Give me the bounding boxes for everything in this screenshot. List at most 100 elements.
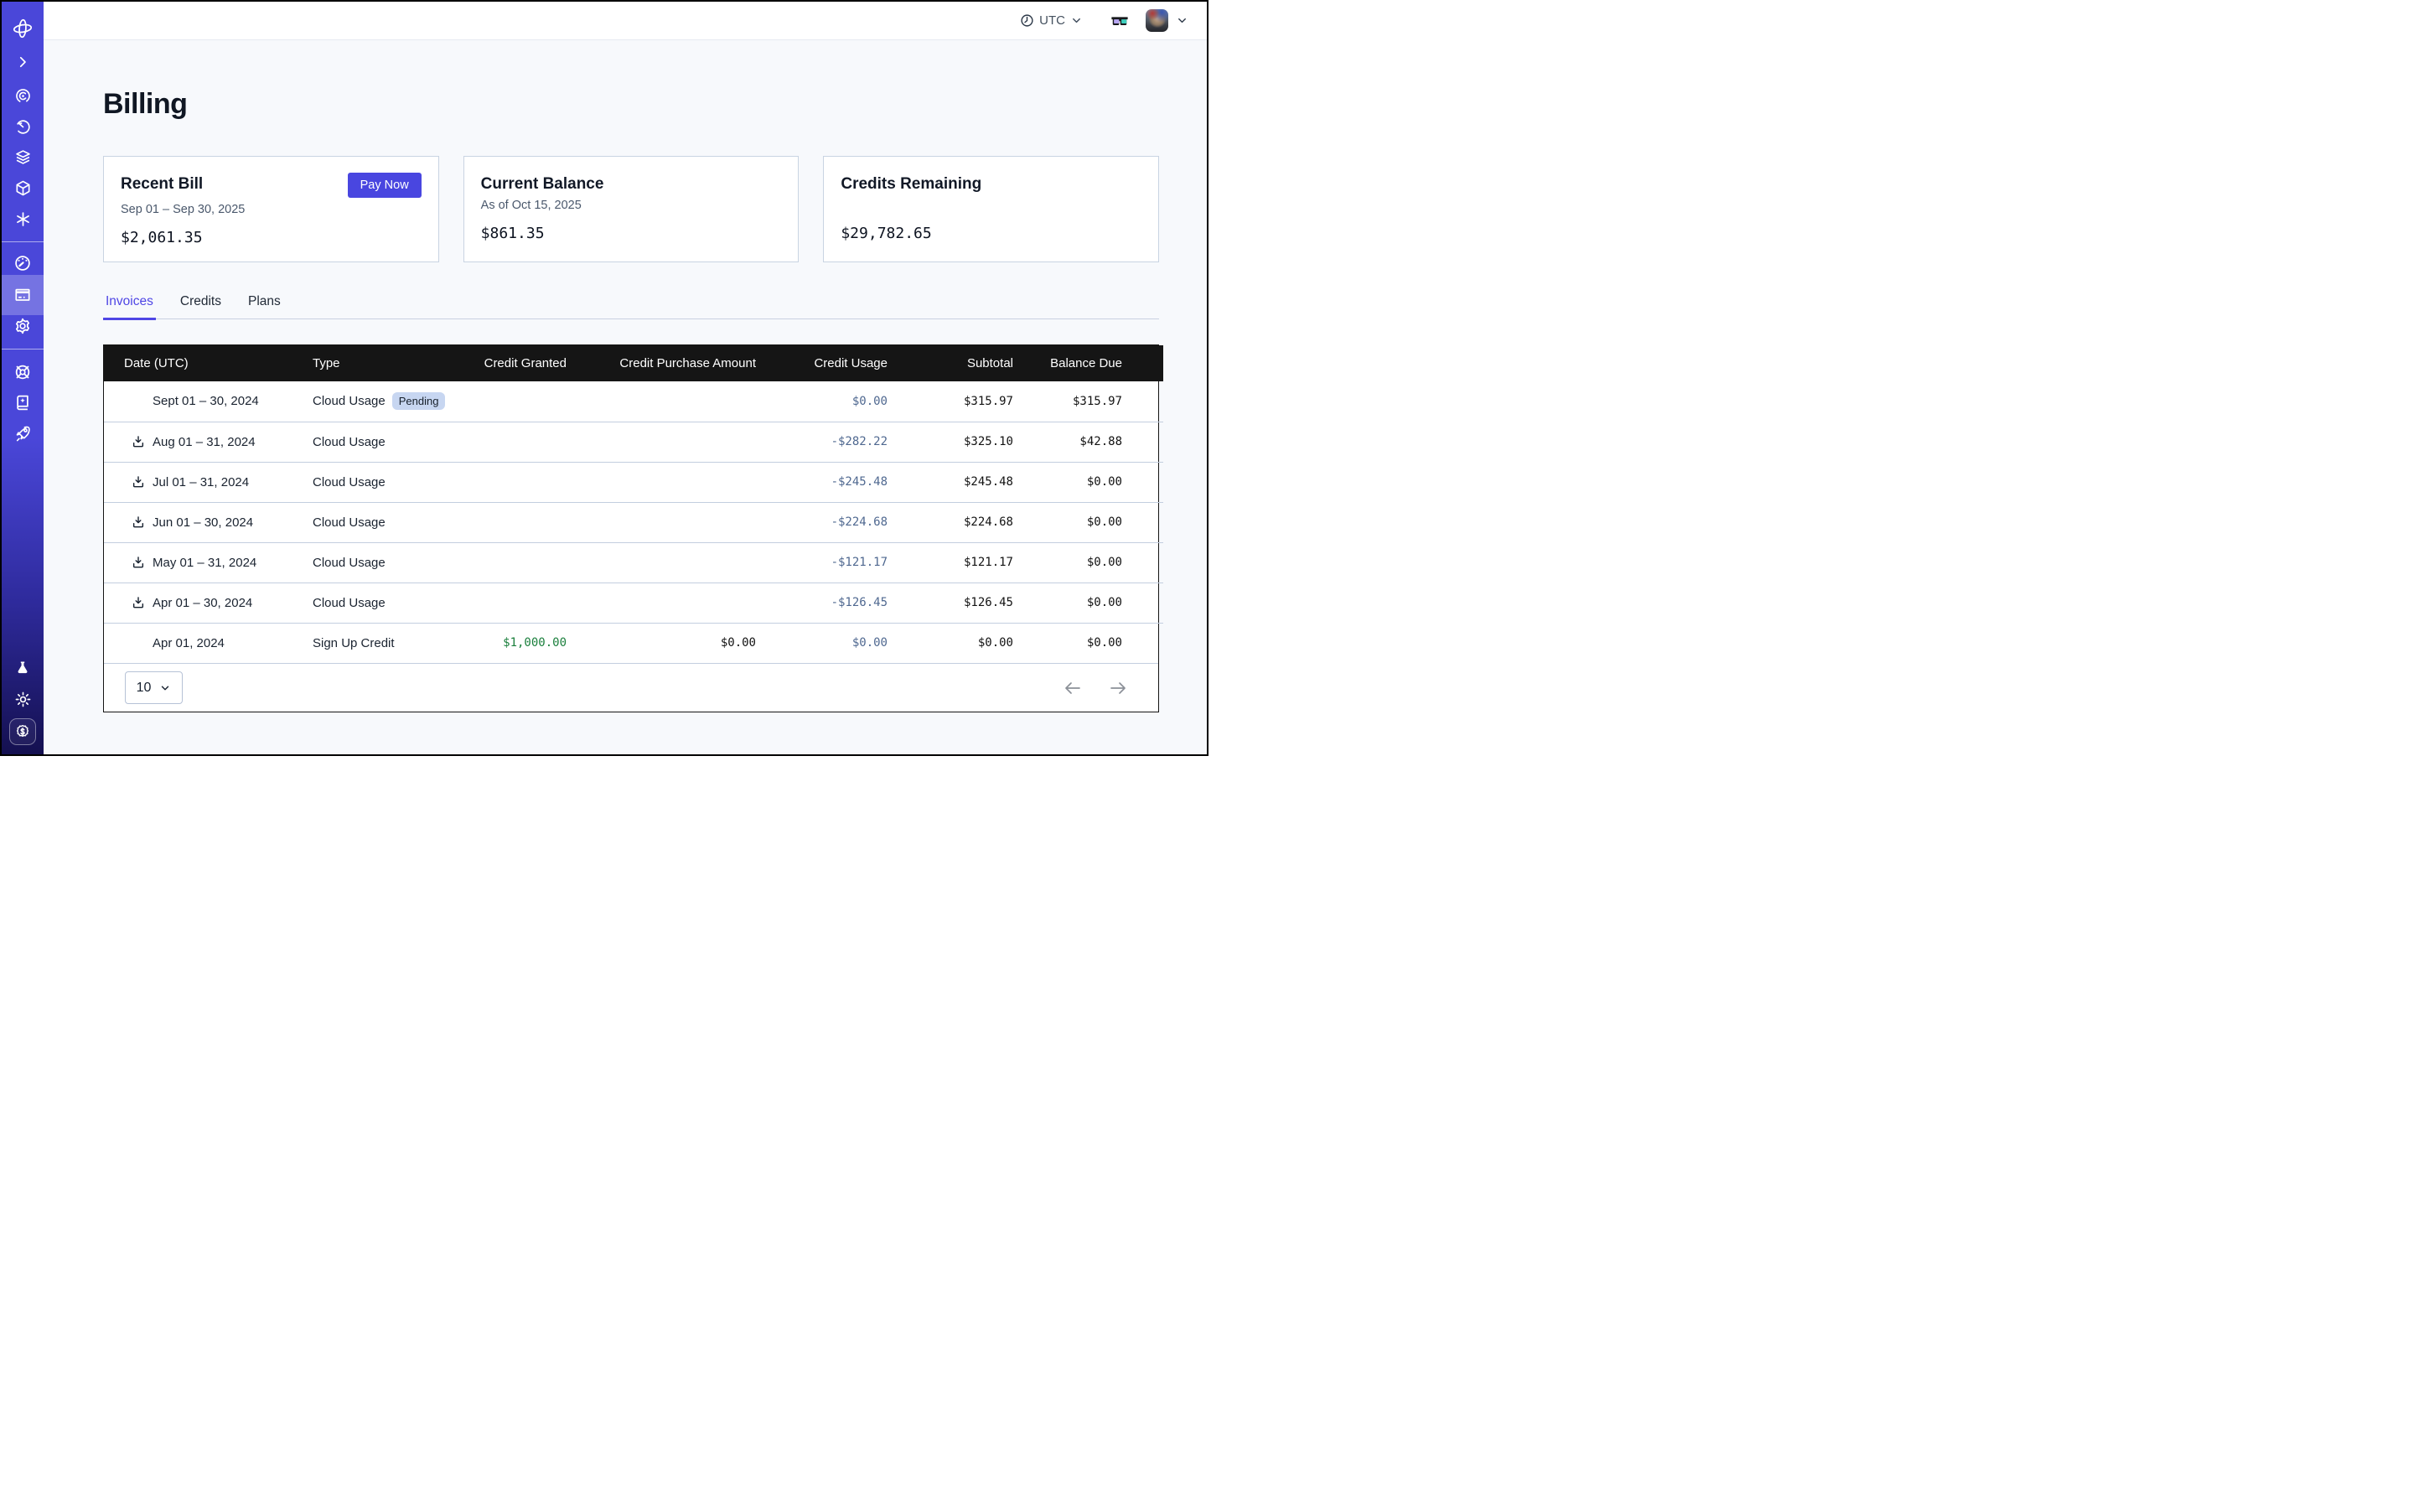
download-invoice-icon[interactable] (132, 475, 145, 489)
col-balance-due: Balance Due (1013, 345, 1163, 381)
theme-sun-icon[interactable] (2, 684, 44, 714)
invoice-type: Cloud Usage (313, 515, 386, 530)
col-credit-granted: Credit Granted (463, 345, 567, 381)
invoice-type: Cloud Usage (313, 475, 386, 489)
rocket-icon[interactable] (2, 418, 44, 448)
tab-credits[interactable]: Credits (178, 294, 224, 318)
current-balance-as-of: As of Oct 15, 2025 (481, 199, 782, 214)
timezone-label: UTC (1039, 13, 1065, 28)
download-invoice-icon[interactable] (132, 435, 145, 448)
download-invoice-icon[interactable] (132, 596, 145, 609)
download-invoice-icon[interactable] (132, 515, 145, 529)
credit-purchase-value (567, 502, 756, 542)
invoice-date: Jun 01 – 30, 2024 (153, 515, 253, 530)
dashboard-gauge-icon[interactable] (2, 248, 44, 278)
credit-purchase-value (567, 462, 756, 502)
3d-glasses-icon[interactable] (1110, 13, 1129, 28)
collapse-chevron-right-icon[interactable] (2, 47, 44, 77)
balance-due-value: $0.00 (1013, 462, 1163, 502)
timezone-selector[interactable]: UTC (1020, 13, 1083, 28)
balance-due-value: $42.88 (1013, 422, 1163, 462)
user-avatar[interactable] (1146, 9, 1168, 32)
col-credit-purchase: Credit Purchase Amount (567, 345, 756, 381)
download-invoice-icon[interactable] (132, 556, 145, 569)
page-title: Billing (103, 88, 1159, 121)
layers-icon[interactable] (2, 142, 44, 172)
cube-icon[interactable] (2, 173, 44, 203)
subtotal-value: $245.48 (888, 462, 1013, 502)
invoice-type: Cloud Usage (313, 435, 386, 449)
billing-card-icon[interactable] (2, 280, 44, 310)
clock-icon (1020, 13, 1034, 28)
subtotal-value: $126.45 (888, 583, 1013, 623)
credit-usage-value: -$126.45 (756, 583, 888, 623)
pay-now-button[interactable]: Pay Now (348, 173, 422, 198)
helm-wheel-icon[interactable] (2, 357, 44, 387)
chevron-down-icon (159, 682, 171, 694)
credit-granted-value (463, 542, 567, 583)
tab-plans[interactable]: Plans (246, 294, 283, 318)
invoice-row: Aug 01 – 31, 2024 Cloud Usage -$282.22 $… (104, 422, 1163, 462)
timer-icon[interactable] (2, 111, 44, 142)
credit-granted-value (463, 422, 567, 462)
invoice-date: Jul 01 – 31, 2024 (153, 475, 249, 489)
table-footer: 10 (104, 663, 1158, 712)
invoice-type: Cloud Usage (313, 596, 386, 610)
invoice-row: Jul 01 – 31, 2024 Cloud Usage -$245.48 $… (104, 462, 1163, 502)
credits-remaining-title: Credits Remaining (841, 175, 981, 194)
invoice-type: Cloud Usage (313, 556, 386, 570)
subtotal-value: $315.97 (888, 381, 1013, 422)
subtotal-value: $0.00 (888, 623, 1013, 663)
credits-remaining-spacer (841, 199, 1141, 214)
status-badge: Pending (392, 392, 446, 410)
invoice-type: Cloud Usage (313, 394, 386, 408)
balance-due-value: $0.00 (1013, 502, 1163, 542)
docs-book-sparkle-icon[interactable] (2, 387, 44, 417)
chevron-down-icon (1070, 14, 1083, 27)
credit-purchase-value (567, 542, 756, 583)
current-balance-amount: $861.35 (481, 225, 782, 242)
balance-due-value: $0.00 (1013, 623, 1163, 663)
credit-granted-value (463, 462, 567, 502)
sidebar-divider (2, 241, 44, 242)
settings-gear-icon[interactable] (2, 311, 44, 341)
invoice-row: Apr 01, 2024 Sign Up Credit $1,000.00 $0… (104, 623, 1163, 663)
subtotal-value: $121.17 (888, 542, 1013, 583)
credit-usage-value: -$224.68 (756, 502, 888, 542)
tab-invoices[interactable]: Invoices (103, 294, 156, 318)
previous-page-arrow-icon[interactable] (1063, 678, 1083, 698)
credit-purchase-value (567, 422, 756, 462)
asterisk-icon[interactable] (2, 204, 44, 234)
current-balance-title: Current Balance (481, 175, 604, 194)
recent-bill-amount: $2,061.35 (121, 229, 422, 246)
observe-spiral-icon[interactable] (2, 80, 44, 111)
credit-usage-value: -$121.17 (756, 542, 888, 583)
credit-purchase-value (567, 381, 756, 422)
invoice-date: Apr 01 – 30, 2024 (153, 596, 252, 610)
credits-dollar-button[interactable] (2, 715, 44, 748)
credit-usage-value: $0.00 (756, 381, 888, 422)
credit-usage-value: -$282.22 (756, 422, 888, 462)
subtotal-value: $325.10 (888, 422, 1013, 462)
invoice-row: Sept 01 – 30, 2024 Cloud Usage Pending $… (104, 381, 1163, 422)
topbar: UTC (44, 2, 1207, 40)
col-credit-usage: Credit Usage (756, 345, 888, 381)
balance-due-value: $315.97 (1013, 381, 1163, 422)
chevron-down-icon[interactable] (1176, 14, 1188, 27)
subtotal-value: $224.68 (888, 502, 1013, 542)
recent-bill-card: Recent Bill Pay Now Sep 01 – Sep 30, 202… (103, 156, 439, 262)
credits-remaining-amount: $29,782.65 (841, 225, 1141, 242)
summary-cards: Recent Bill Pay Now Sep 01 – Sep 30, 202… (103, 156, 1159, 262)
balance-due-value: $0.00 (1013, 542, 1163, 583)
page-size-select[interactable]: 10 (125, 671, 183, 704)
brand-orbit-logo-icon[interactable] (2, 13, 44, 44)
credit-usage-value: -$245.48 (756, 462, 888, 502)
next-page-arrow-icon[interactable] (1108, 678, 1128, 698)
flask-icon[interactable] (2, 653, 44, 683)
download-invoice-icon (132, 395, 145, 408)
page-size-value: 10 (137, 681, 152, 696)
recent-bill-period: Sep 01 – Sep 30, 2025 (121, 203, 422, 218)
credits-remaining-card: Credits Remaining $29,782.65 (823, 156, 1159, 262)
current-balance-card: Current Balance As of Oct 15, 2025 $861.… (463, 156, 800, 262)
invoices-table: Date (UTC) Type Credit Granted Credit Pu… (103, 344, 1159, 712)
